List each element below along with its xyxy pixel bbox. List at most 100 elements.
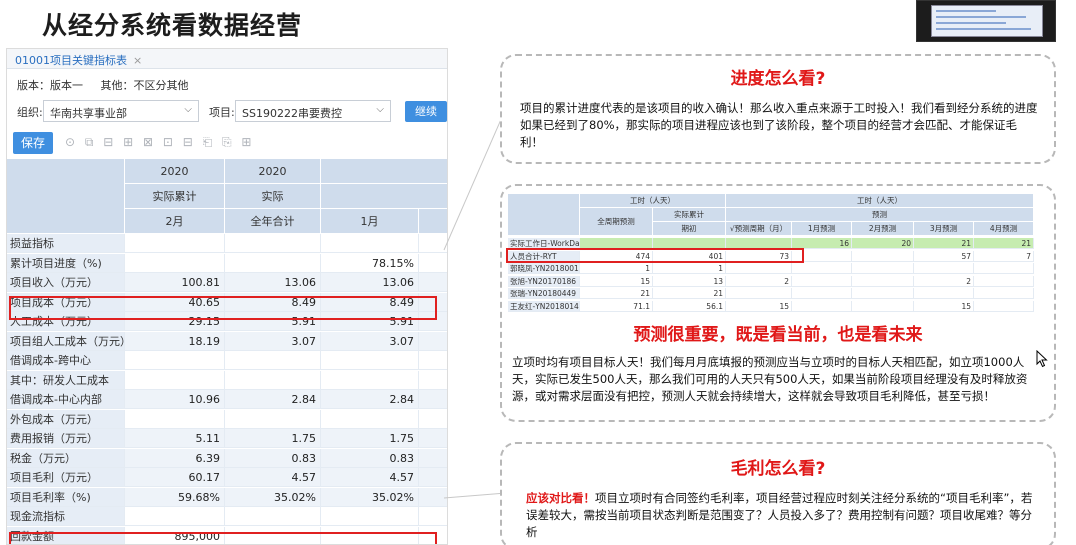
table-cell[interactable]: 35.02% bbox=[321, 487, 419, 507]
header-type bbox=[321, 184, 447, 209]
table-cell[interactable] bbox=[125, 370, 225, 390]
table-cell[interactable] bbox=[321, 507, 419, 526]
table-cell[interactable]: 18.19 bbox=[125, 331, 225, 351]
table-cell[interactable] bbox=[125, 409, 225, 429]
table-row: 项目毛利率（%) 59.68% 35.02% 35.02% bbox=[7, 487, 447, 507]
project-label: 项目: bbox=[209, 106, 235, 119]
table-cell[interactable]: 60.17 bbox=[125, 468, 225, 487]
presenter-video-thumbnail[interactable] bbox=[916, 0, 1056, 42]
table-cell[interactable]: 3.07 bbox=[225, 331, 321, 351]
mini-row-label: 王友红-YN20180145 bbox=[508, 300, 580, 312]
row-label: 其中：研发人工成本 bbox=[7, 370, 125, 390]
table-cell[interactable] bbox=[321, 234, 419, 253]
progress-text: 项目的累计进度代表的是该项目的收入确认！那么收入重点来源于工时投入！我们看到经分… bbox=[520, 101, 1038, 149]
table-cell[interactable]: 35.02% bbox=[225, 487, 321, 507]
table-cell[interactable] bbox=[225, 370, 321, 390]
table-cell[interactable]: 2.84 bbox=[225, 390, 321, 409]
mini-table-cell bbox=[974, 300, 1034, 312]
mini-table-cell bbox=[792, 288, 852, 299]
mini-row-label: 张瑞-YN20180449 bbox=[508, 288, 580, 299]
header-period: 全年合计 bbox=[225, 209, 321, 234]
mouse-cursor-icon bbox=[1036, 350, 1048, 368]
table-cell[interactable]: 13.06 bbox=[225, 273, 321, 292]
mini-table-cell bbox=[852, 275, 914, 287]
mini-table-cell: 71.1 bbox=[580, 300, 653, 312]
row-label: 项目毛利率（%) bbox=[7, 487, 125, 507]
forecast-table: 工时（人天） 工时（人天） 全周期预测 实际累计 预测 期初 √预测周期（月） … bbox=[506, 194, 1034, 314]
header-type: 实际累计 bbox=[125, 184, 225, 209]
table-cell[interactable] bbox=[125, 507, 225, 526]
mini-header: 1月预测 bbox=[792, 222, 852, 236]
version-label: 版本：版本一 bbox=[17, 79, 83, 92]
header-period: 2月 bbox=[125, 209, 225, 234]
indicator-table: 2020 2020 实际累计 实际 2月 全年合计 1月 损益指标 累计项目进度（… bbox=[7, 159, 447, 544]
row-label: 累计项目进度（%) bbox=[7, 253, 125, 273]
highlight-progress-row bbox=[9, 296, 437, 320]
table-row: 损益指标 bbox=[7, 234, 447, 253]
toolbar-icons[interactable]: ⊙ ⧉ ⊟ ⊞ ⊠ ⊡ ⊟ ⎗ ⎘ ⊞ bbox=[65, 135, 254, 150]
table-cell[interactable] bbox=[225, 409, 321, 429]
chevron-down-icon: ⌵ bbox=[376, 104, 384, 115]
table-cell[interactable] bbox=[321, 370, 419, 390]
table-row: 项目收入（万元） 100.81 13.06 13.06 bbox=[7, 273, 447, 292]
table-cell[interactable] bbox=[321, 351, 419, 370]
mini-table-cell bbox=[792, 300, 852, 312]
mini-header: 工时（人天） bbox=[726, 194, 1034, 208]
header-year bbox=[321, 159, 447, 184]
mini-header: 3月预测 bbox=[914, 222, 974, 236]
mini-table-cell: 21 bbox=[974, 238, 1034, 249]
table-cell[interactable] bbox=[225, 351, 321, 370]
org-value: 华南共享事业部 bbox=[50, 107, 127, 120]
org-select[interactable]: 华南共享事业部 ⌵ bbox=[43, 100, 199, 122]
mini-table-cell: 13 bbox=[653, 275, 726, 287]
table-row: 费用报销（万元） 5.11 1.75 1.75 bbox=[7, 429, 447, 448]
report-window: 01001项目关键指标表 × 版本：版本一 其他：不区分其他 组织: 华南共享事业… bbox=[6, 48, 448, 545]
mini-table-cell bbox=[914, 263, 974, 274]
table-cell[interactable] bbox=[225, 507, 321, 526]
table-cell[interactable] bbox=[321, 409, 419, 429]
margin-lead: 应该对比看！ bbox=[526, 491, 595, 505]
chevron-down-icon: ⌵ bbox=[184, 104, 192, 115]
table-cell[interactable]: 100.81 bbox=[125, 273, 225, 292]
table-cell[interactable] bbox=[125, 234, 225, 253]
mini-header: 工时（人天） bbox=[580, 194, 726, 208]
close-icon[interactable]: × bbox=[133, 54, 142, 67]
table-row: 项目组人工成本（万元） 18.19 3.07 3.07 bbox=[7, 331, 447, 351]
mini-table-row: 张旭-YN20170186 15 13 2 2 bbox=[508, 275, 1034, 287]
table-cell[interactable]: 0.83 bbox=[225, 448, 321, 468]
save-button[interactable]: 保存 bbox=[13, 132, 53, 154]
table-cell[interactable]: 13.06 bbox=[321, 273, 419, 292]
header-type: 实际 bbox=[225, 184, 321, 209]
row-label: 借调成本-跨中心 bbox=[7, 351, 125, 370]
table-cell[interactable] bbox=[125, 351, 225, 370]
mini-header: 4月预测 bbox=[974, 222, 1034, 236]
table-cell[interactable]: 59.68% bbox=[125, 487, 225, 507]
table-cell[interactable]: 5.11 bbox=[125, 429, 225, 448]
table-cell[interactable]: 10.96 bbox=[125, 390, 225, 409]
row-label: 费用报销（万元） bbox=[7, 429, 125, 448]
table-cell[interactable]: 4.57 bbox=[321, 468, 419, 487]
table-cell[interactable]: 1.75 bbox=[321, 429, 419, 448]
mini-table-cell bbox=[726, 288, 792, 299]
mini-table-cell: 20 bbox=[852, 238, 914, 249]
project-value: SS190222串要费控 bbox=[242, 107, 342, 120]
mini-row-label: 郭晓凤-YN20180011 bbox=[508, 263, 580, 274]
table-cell[interactable] bbox=[225, 253, 321, 273]
table-cell[interactable]: 1.75 bbox=[225, 429, 321, 448]
table-cell[interactable] bbox=[125, 253, 225, 273]
table-cell[interactable]: 4.57 bbox=[225, 468, 321, 487]
table-cell[interactable]: 78.15% bbox=[321, 253, 419, 273]
project-select[interactable]: SS190222串要费控 ⌵ bbox=[235, 100, 391, 122]
table-cell[interactable] bbox=[225, 234, 321, 253]
table-cell[interactable]: 0.83 bbox=[321, 448, 419, 468]
row-label: 项目组人工成本（万元） bbox=[7, 331, 125, 351]
mini-header: 预测 bbox=[726, 208, 1034, 222]
table-row: 项目毛利（万元） 60.17 4.57 4.57 bbox=[7, 468, 447, 487]
table-cell[interactable]: 3.07 bbox=[321, 331, 419, 351]
tab-key-indicators[interactable]: 01001项目关键指标表 × bbox=[15, 52, 142, 68]
table-cell[interactable]: 2.84 bbox=[321, 390, 419, 409]
toolbar: 保存 ⊙ ⧉ ⊟ ⊞ ⊠ ⊡ ⊟ ⎗ ⎘ ⊞ bbox=[13, 132, 433, 154]
highlight-margin-row bbox=[9, 532, 437, 544]
table-row: 外包成本（万元） bbox=[7, 409, 447, 429]
table-cell[interactable]: 6.39 bbox=[125, 448, 225, 468]
